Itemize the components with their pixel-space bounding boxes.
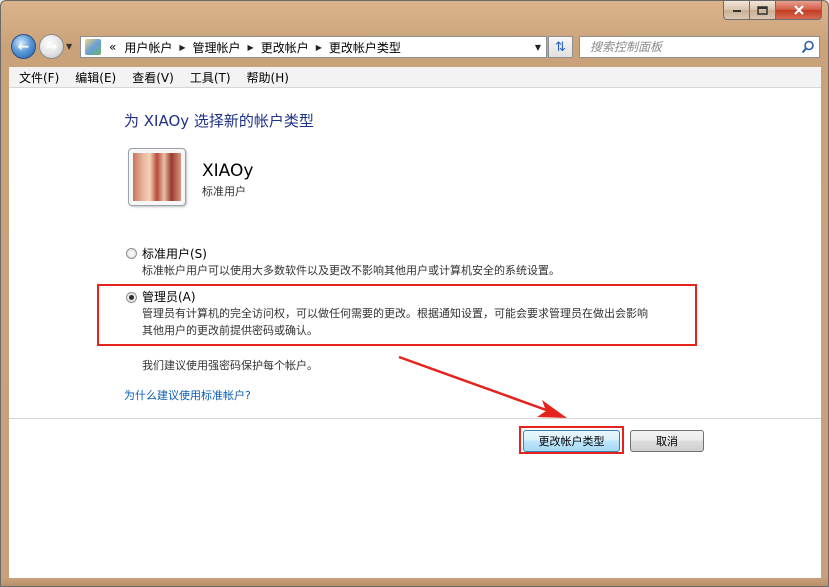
back-button[interactable]: ←	[11, 34, 36, 59]
caption-buttons	[723, 1, 822, 20]
option-administrator-description-line2: 其他用户的更改前提供密码或确认。	[142, 324, 318, 337]
address-overflow[interactable]: «	[109, 40, 116, 54]
maximize-button[interactable]	[750, 1, 776, 20]
content-pane: 为 XIAOy 选择新的帐户类型 XIAOy 标准用户 标准用户(S) 标准帐户…	[9, 88, 821, 578]
user-avatar	[128, 148, 186, 206]
close-icon	[793, 5, 804, 15]
breadcrumb-change-account[interactable]: 更改帐户	[261, 39, 309, 56]
help-link-standard-account[interactable]: 为什么建议使用标准帐户?	[124, 387, 251, 403]
cancel-button[interactable]: 取消	[630, 430, 704, 452]
minimize-icon	[732, 10, 741, 12]
menu-help[interactable]: 帮助(H)	[241, 69, 295, 86]
radio-administrator[interactable]	[126, 292, 137, 303]
address-bar[interactable]: « 用户帐户 ▶ 管理帐户 ▶ 更改帐户 ▶ 更改帐户类型 ▼	[80, 36, 547, 58]
window-bottom-border	[1, 578, 828, 586]
minimize-button[interactable]	[723, 1, 750, 20]
search-input[interactable]	[588, 39, 801, 55]
navigation-bar: ← → ▼ « 用户帐户 ▶ 管理帐户 ▶ 更改帐户 ▶ 更改帐户类型 ▼ ⇅	[1, 31, 828, 61]
control-panel-icon	[85, 39, 101, 55]
chevron-down-icon: ▼	[66, 42, 73, 51]
refresh-icon: ⇅	[555, 39, 566, 55]
avatar-picture-icon	[133, 153, 181, 201]
breadcrumb-separator-icon[interactable]: ▶	[316, 43, 322, 52]
radio-standard-user[interactable]	[126, 248, 137, 259]
user-type: 标准用户	[202, 185, 246, 198]
breadcrumb-user-accounts[interactable]: 用户帐户	[124, 39, 172, 56]
breadcrumb-change-account-type[interactable]: 更改帐户类型	[329, 39, 401, 56]
page-title: 为 XIAOy 选择新的帐户类型	[124, 112, 314, 130]
refresh-button[interactable]: ⇅	[548, 36, 573, 58]
address-dropdown-icon[interactable]: ▼	[530, 43, 546, 52]
control-panel-window: ← → ▼ « 用户帐户 ▶ 管理帐户 ▶ 更改帐户 ▶ 更改帐户类型 ▼ ⇅	[0, 0, 829, 587]
menu-bar: 文件(F) 编辑(E) 查看(V) 工具(T) 帮助(H)	[9, 67, 821, 88]
breadcrumb-separator-icon[interactable]: ▶	[248, 43, 254, 52]
breadcrumb-separator-icon[interactable]: ▶	[179, 43, 185, 52]
menu-view[interactable]: 查看(V)	[126, 69, 180, 86]
menu-file[interactable]: 文件(F)	[13, 69, 65, 86]
change-account-type-button[interactable]: 更改帐户类型	[523, 430, 620, 452]
search-icon[interactable]	[801, 40, 815, 54]
breadcrumb-manage-accounts[interactable]: 管理帐户	[193, 39, 241, 56]
close-button[interactable]	[776, 1, 822, 20]
menu-edit[interactable]: 编辑(E)	[69, 69, 122, 86]
recommendation-text: 我们建议使用强密码保护每个帐户。	[142, 359, 318, 372]
forward-button[interactable]: →	[39, 34, 64, 59]
back-arrow-icon: ←	[17, 38, 30, 55]
menu-tools[interactable]: 工具(T)	[184, 69, 237, 86]
maximize-icon	[757, 5, 768, 15]
option-administrator-description-line1: 管理员有计算机的完全访问权，可以做任何需要的更改。根据通知设置，可能会要求管理员…	[142, 307, 648, 320]
forward-arrow-icon: →	[45, 38, 58, 55]
user-name: XIAOy	[202, 161, 254, 181]
option-standard-description: 标准帐户用户可以使用大多数软件以及更改不影响其他用户或计算机安全的系统设置。	[142, 264, 560, 277]
divider	[9, 418, 821, 419]
search-box[interactable]	[579, 36, 820, 58]
option-standard-label[interactable]: 标准用户(S)	[142, 245, 207, 262]
option-administrator-label[interactable]: 管理员(A)	[142, 288, 196, 305]
recent-pages-button[interactable]: ▼	[66, 42, 72, 51]
